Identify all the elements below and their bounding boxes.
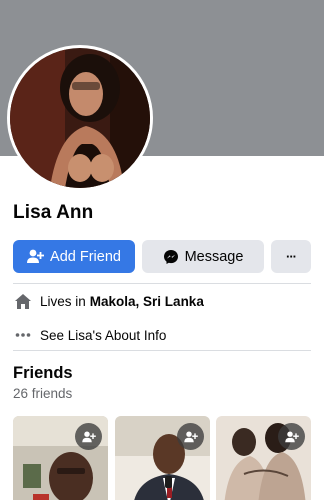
lives-in-row: Lives in Makola, Sri Lanka [13, 291, 311, 311]
friend-card-1[interactable] [13, 416, 108, 500]
friends-section-title[interactable]: Friends [13, 364, 73, 383]
message-button[interactable]: Message [142, 240, 264, 273]
more-dots-icon: ··· [286, 249, 297, 264]
friend-card-2[interactable] [115, 416, 210, 500]
message-label: Message [184, 248, 244, 265]
profile-avatar[interactable] [10, 48, 150, 188]
messenger-icon [163, 249, 179, 265]
lives-in-prefix: Lives in [40, 293, 86, 309]
about-info-link[interactable]: See Lisa's About Info [40, 328, 166, 343]
friends-count: 26 friends [13, 386, 73, 401]
lives-in-location[interactable]: Makola, Sri Lanka [90, 294, 204, 309]
add-friend-icon[interactable] [177, 423, 204, 450]
home-icon [13, 291, 33, 311]
profile-photo-image [10, 48, 150, 188]
intro-top-divider [13, 283, 311, 284]
ellipsis-icon [13, 325, 33, 345]
add-friend-icon[interactable] [75, 423, 102, 450]
profile-name: Lisa Ann [13, 202, 94, 223]
add-friend-icon[interactable] [278, 423, 305, 450]
add-person-icon [27, 249, 45, 264]
friend-card-3[interactable] [216, 416, 311, 500]
add-friend-button[interactable]: Add Friend [13, 240, 135, 273]
add-friend-label: Add Friend [50, 248, 121, 265]
intro-bottom-divider [13, 350, 311, 351]
about-info-row[interactable]: See Lisa's About Info [13, 325, 311, 345]
more-options-button[interactable]: ··· [271, 240, 311, 273]
